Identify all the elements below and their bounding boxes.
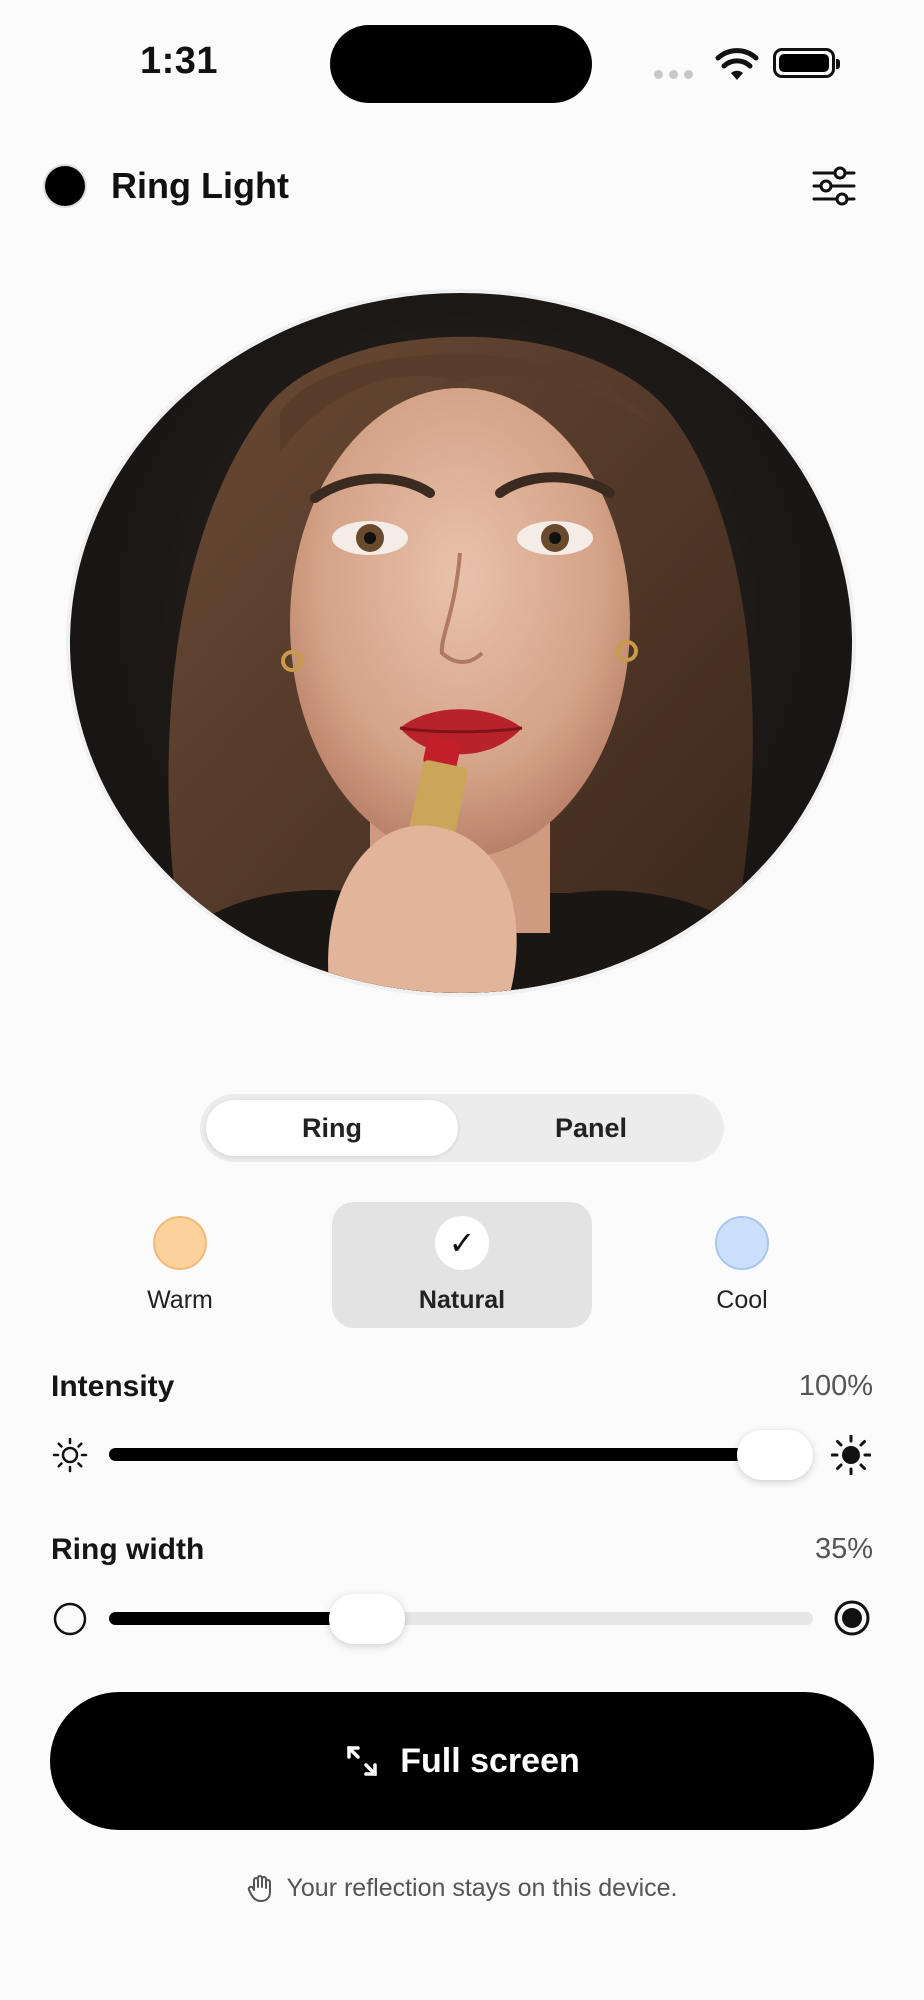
- tone-label-cool: Cool: [716, 1286, 768, 1314]
- brightness-high-icon: [831, 1435, 871, 1475]
- full-screen-label: Full screen: [400, 1741, 580, 1780]
- full-screen-button[interactable]: Full screen: [50, 1692, 874, 1830]
- tone-label-natural: Natural: [418, 1286, 506, 1314]
- mode-segmented-control: Ring Panel: [200, 1094, 724, 1162]
- cool-swatch: [715, 1216, 769, 1270]
- battery-icon: [773, 48, 840, 78]
- tone-option-warm[interactable]: Warm: [120, 1202, 240, 1328]
- privacy-note: Your reflection stays on this device.: [0, 1873, 924, 1903]
- intensity-track[interactable]: [109, 1448, 813, 1461]
- camera-feed-image: [130, 336, 810, 993]
- mode-option-ring[interactable]: Ring: [206, 1100, 458, 1156]
- app-logo-icon: [45, 166, 85, 206]
- ring-thin-icon: [53, 1602, 87, 1636]
- checkmark-icon: ✓: [448, 1225, 476, 1261]
- sliders-icon[interactable]: [810, 165, 858, 207]
- ring-width-label: Ring width: [51, 1533, 205, 1566]
- dynamic-island: [330, 25, 592, 103]
- intensity-thumb[interactable]: [737, 1430, 813, 1480]
- mode-option-panel[interactable]: Panel: [464, 1100, 718, 1156]
- hand-icon: [247, 1875, 271, 1902]
- wifi-icon: [715, 48, 759, 80]
- privacy-text: Your reflection stays on this device.: [286, 1873, 678, 1902]
- natural-swatch: ✓: [435, 1216, 489, 1270]
- mirror-preview: [70, 293, 852, 993]
- warm-swatch: [153, 1216, 207, 1270]
- ring-width-thumb[interactable]: [328, 1594, 405, 1644]
- intensity-value: 100%: [798, 1370, 873, 1402]
- status-time: 1:31: [140, 40, 219, 82]
- ring-thick-icon: [834, 1600, 870, 1636]
- cellular-signal-icon: [654, 70, 693, 79]
- tone-label-warm: Warm: [147, 1286, 213, 1314]
- ring-width-value: 35%: [814, 1533, 873, 1565]
- intensity-fill: [109, 1448, 775, 1461]
- intensity-label: Intensity: [51, 1370, 175, 1403]
- ring-width-track[interactable]: [109, 1612, 813, 1625]
- app-title: Ring Light: [111, 165, 289, 206]
- expand-icon: [347, 1746, 377, 1776]
- tone-option-natural[interactable]: ✓ Natural: [332, 1202, 592, 1328]
- brightness-low-icon: [52, 1437, 88, 1473]
- tone-option-cool[interactable]: Cool: [682, 1202, 802, 1328]
